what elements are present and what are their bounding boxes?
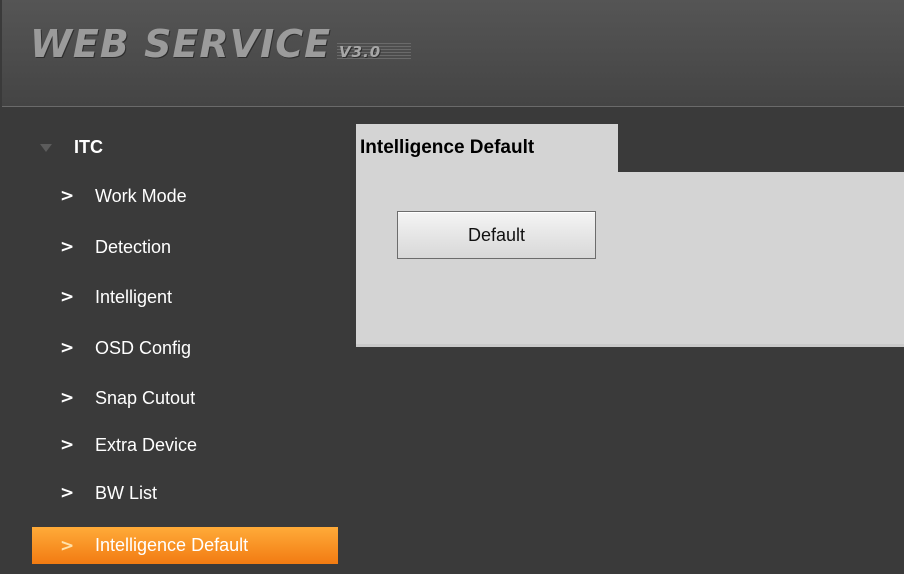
- sidebar-item-intelligent[interactable]: > Intelligent: [32, 281, 338, 313]
- page-title: Intelligence Default: [360, 137, 535, 158]
- sidebar-item-label: Work Mode: [95, 185, 187, 206]
- collapse-arrow-icon: [40, 143, 52, 152]
- logo-version: V3.0: [337, 43, 412, 61]
- intelligence-default-panel: Default: [356, 172, 904, 347]
- sidebar-group-itc[interactable]: ITC: [40, 137, 103, 158]
- default-button[interactable]: Default: [397, 211, 596, 259]
- sidebar-item-bw-list[interactable]: > BW List: [32, 477, 338, 509]
- chevron-right-icon: >: [60, 338, 75, 358]
- sidebar-item-intelligence-default[interactable]: > Intelligence Default: [32, 527, 338, 564]
- web-service-logo: WEB SERVICE V3.0: [30, 22, 412, 66]
- sidebar-item-label: Extra Device: [95, 434, 198, 455]
- sidebar-item-osd-config[interactable]: > OSD Config: [32, 332, 338, 364]
- chevron-right-icon: >: [60, 186, 75, 206]
- sidebar-item-label: BW List: [95, 482, 158, 503]
- sidebar: ITC > Work Mode > Detection > Intelligen…: [0, 107, 356, 574]
- page: WEB SERVICE V3.0 ITC > Work Mode > Detec…: [0, 0, 904, 574]
- sidebar-item-label: Intelligence Default: [95, 535, 249, 555]
- content-title-tab: Intelligence Default: [356, 124, 618, 172]
- chevron-right-icon: >: [60, 388, 75, 408]
- chevron-right-icon: >: [60, 483, 75, 503]
- sidebar-item-work-mode[interactable]: > Work Mode: [32, 180, 338, 212]
- chevron-right-icon: >: [60, 237, 75, 257]
- sidebar-item-detection[interactable]: > Detection: [32, 231, 338, 263]
- sidebar-item-label: Detection: [95, 236, 172, 257]
- chevron-right-icon: >: [60, 535, 75, 556]
- sidebar-item-label: Intelligent: [95, 286, 173, 307]
- sidebar-item-label: OSD Config: [95, 337, 192, 358]
- top-banner: WEB SERVICE V3.0: [2, 0, 904, 107]
- sidebar-item-snap-cutout[interactable]: > Snap Cutout: [32, 382, 338, 414]
- sidebar-item-label: Snap Cutout: [95, 387, 196, 408]
- logo-text: WEB SERVICE: [30, 22, 332, 66]
- chevron-right-icon: >: [60, 435, 75, 455]
- sidebar-item-extra-device[interactable]: > Extra Device: [32, 429, 338, 461]
- chevron-right-icon: >: [60, 287, 75, 307]
- sidebar-group-label: ITC: [74, 137, 103, 157]
